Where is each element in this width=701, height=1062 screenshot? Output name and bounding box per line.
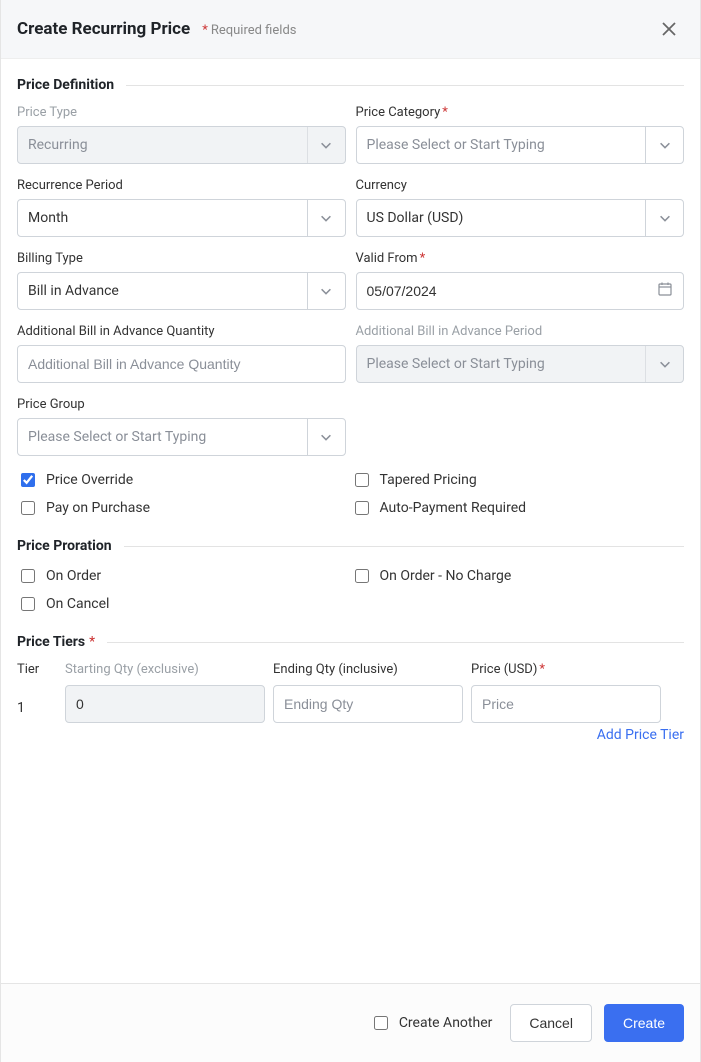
checkbox-create-another[interactable] <box>374 1016 388 1030</box>
add-price-tier-wrap: Add Price Tier <box>17 727 684 743</box>
label-add-bia-qty: Additional Bill in Advance Quantity <box>17 324 346 339</box>
title-wrap: Create Recurring Price *Required fields <box>17 19 296 39</box>
asterisk-icon: * <box>89 634 95 650</box>
input-valid-from-wrap <box>356 272 685 310</box>
label-billing-type: Billing Type <box>17 251 346 266</box>
label-price-group: Price Group <box>17 397 346 412</box>
select-price-group[interactable]: Please Select or Start Typing <box>17 418 346 456</box>
section-title-tiers: Price Tiers* <box>17 634 684 650</box>
field-valid-from: Valid From* <box>356 251 685 310</box>
required-fields-note: *Required fields <box>202 23 296 38</box>
checkbox-price-override[interactable] <box>21 473 35 487</box>
spacer <box>356 397 685 456</box>
input-price[interactable] <box>482 686 650 722</box>
modal-body: Price Definition Price Type Recurring Pr… <box>1 59 700 983</box>
field-currency: Currency US Dollar (USD) <box>356 178 685 237</box>
check-on-cancel[interactable]: On Cancel <box>17 594 351 614</box>
label-currency: Currency <box>356 178 685 193</box>
col-header-tier: Tier <box>17 662 57 685</box>
select-add-bia-period[interactable]: Please Select or Start Typing <box>356 345 685 383</box>
input-add-bia-qty-wrap <box>17 345 346 383</box>
select-add-bia-period-placeholder: Please Select or Start Typing <box>367 356 646 372</box>
close-icon <box>661 21 677 37</box>
chevron-down-icon <box>307 200 345 236</box>
calendar-icon[interactable] <box>657 281 673 301</box>
chevron-down-icon <box>307 127 345 163</box>
field-billing-type: Billing Type Bill in Advance <box>17 251 346 310</box>
check-pay-on-purchase[interactable]: Pay on Purchase <box>17 498 351 518</box>
chevron-down-icon <box>645 127 683 163</box>
chevron-down-icon <box>307 419 345 455</box>
field-add-bia-qty: Additional Bill in Advance Quantity <box>17 324 346 383</box>
input-start-qty <box>76 686 254 722</box>
asterisk-icon: * <box>420 251 426 266</box>
label-price-category: Price Category* <box>356 105 685 120</box>
select-billing-type[interactable]: Bill in Advance <box>17 272 346 310</box>
checkbox-pay-on-purchase[interactable] <box>21 501 35 515</box>
input-end-qty-wrap <box>273 685 463 723</box>
select-billing-type-value: Bill in Advance <box>28 283 307 299</box>
checkbox-tapered-pricing[interactable] <box>355 473 369 487</box>
section-title-definition: Price Definition <box>17 77 684 93</box>
price-tiers-table: Tier Starting Qty (exclusive) Ending Qty… <box>17 662 684 743</box>
checkbox-on-order-no-charge[interactable] <box>355 569 369 583</box>
input-price-wrap <box>471 685 661 723</box>
select-price-category-placeholder: Please Select or Start Typing <box>367 137 646 153</box>
select-price-type-value: Recurring <box>28 137 307 153</box>
check-create-another[interactable]: Create Another <box>370 1013 493 1033</box>
price-tiers-header: Tier Starting Qty (exclusive) Ending Qty… <box>17 662 684 685</box>
col-header-price: Price (USD)* <box>471 662 661 685</box>
col-header-end-qty: Ending Qty (inclusive) <box>273 662 463 685</box>
input-start-qty-wrap <box>65 685 265 723</box>
check-on-order-no-charge[interactable]: On Order - No Charge <box>351 566 685 586</box>
field-add-bia-period: Additional Bill in Advance Period Please… <box>356 324 685 383</box>
asterisk-icon: * <box>442 105 448 120</box>
select-recurrence-period-value: Month <box>28 210 307 226</box>
label-price-type: Price Type <box>17 105 346 120</box>
chevron-down-icon <box>645 200 683 236</box>
checkbox-on-cancel[interactable] <box>21 597 35 611</box>
field-price-group: Price Group Please Select or Start Typin… <box>17 397 346 456</box>
chevron-down-icon <box>307 273 345 309</box>
select-price-group-placeholder: Please Select or Start Typing <box>28 429 307 445</box>
check-on-order[interactable]: On Order <box>17 566 351 586</box>
section-title-proration: Price Proration <box>17 538 684 554</box>
label-valid-from: Valid From* <box>356 251 685 266</box>
close-button[interactable] <box>654 14 684 44</box>
select-currency[interactable]: US Dollar (USD) <box>356 199 685 237</box>
input-end-qty[interactable] <box>284 686 452 722</box>
asterisk-icon: * <box>539 662 545 677</box>
chevron-down-icon <box>645 346 683 382</box>
select-recurrence-period[interactable]: Month <box>17 199 346 237</box>
check-tapered-pricing[interactable]: Tapered Pricing <box>351 470 685 490</box>
add-price-tier-link[interactable]: Add Price Tier <box>597 727 684 743</box>
modal-header: Create Recurring Price *Required fields <box>1 0 700 59</box>
col-header-start-qty: Starting Qty (exclusive) <box>65 662 265 685</box>
field-recurrence-period: Recurrence Period Month <box>17 178 346 237</box>
select-price-type[interactable]: Recurring <box>17 126 346 164</box>
asterisk-icon: * <box>202 23 208 38</box>
modal-title: Create Recurring Price <box>17 19 190 39</box>
label-recurrence-period: Recurrence Period <box>17 178 346 193</box>
create-recurring-price-modal: Create Recurring Price *Required fields … <box>0 0 701 1062</box>
check-auto-payment-required[interactable]: Auto-Payment Required <box>351 498 685 518</box>
select-price-category[interactable]: Please Select or Start Typing <box>356 126 685 164</box>
field-price-type: Price Type Recurring <box>17 105 346 164</box>
label-add-bia-period: Additional Bill in Advance Period <box>356 324 685 339</box>
input-valid-from[interactable] <box>367 273 674 309</box>
modal-footer: Create Another Cancel Create <box>1 983 700 1062</box>
tier-number: 1 <box>17 692 57 716</box>
check-price-override[interactable]: Price Override <box>17 470 351 490</box>
field-price-category: Price Category* Please Select or Start T… <box>356 105 685 164</box>
create-button[interactable]: Create <box>604 1004 684 1042</box>
checkbox-auto-payment-required[interactable] <box>355 501 369 515</box>
cancel-button[interactable]: Cancel <box>510 1004 592 1042</box>
input-add-bia-qty[interactable] <box>28 346 335 382</box>
select-currency-value: US Dollar (USD) <box>367 210 646 226</box>
checkbox-on-order[interactable] <box>21 569 35 583</box>
price-tier-row: 1 <box>17 685 684 723</box>
